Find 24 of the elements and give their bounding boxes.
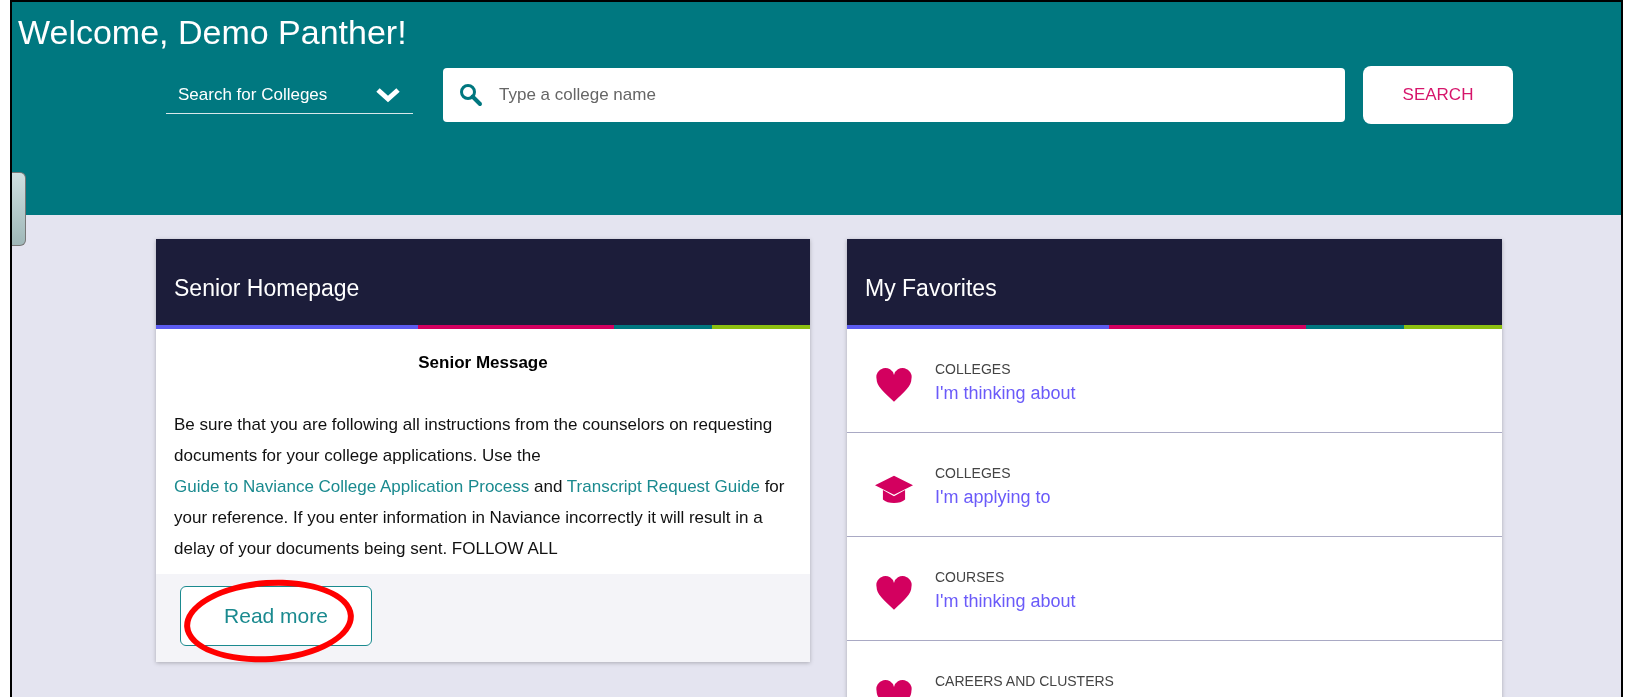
read-more-button[interactable]: Read more xyxy=(180,586,372,646)
message-title: Senior Message xyxy=(417,353,549,373)
favorite-link[interactable]: I'm applying to xyxy=(935,487,1051,508)
card-title: My Favorites xyxy=(847,239,1502,325)
favorite-row[interactable]: COURSES I'm thinking about xyxy=(847,537,1502,641)
side-panel-handle[interactable] xyxy=(12,172,26,246)
chevron-down-icon xyxy=(375,86,401,103)
favorite-row[interactable]: COLLEGES I'm thinking about xyxy=(847,329,1502,433)
card-title: Senior Homepage xyxy=(156,239,810,325)
category-label: COURSES xyxy=(935,569,1006,585)
welcome-title: Welcome, Demo Panther! xyxy=(18,12,408,52)
favorite-row[interactable]: COLLEGES I'm applying to xyxy=(847,433,1502,537)
category-label: COLLEGES xyxy=(935,361,1012,377)
search-button[interactable]: SEARCH xyxy=(1363,66,1513,124)
favorite-row[interactable]: CAREERS AND CLUSTERS xyxy=(847,641,1502,697)
favorite-link[interactable]: I'm thinking about xyxy=(935,383,1076,404)
message-text: Be sure that you are following all instructions from the counselors on requesting documents for your college applications. Use the Guide to Naviance College Application Process and Transcript Request Guide for your reference. If you enter information in Naviance incorrectly it will result in a delay of your documents being sent. FOLLOW ALL xyxy=(173,414,786,560)
search-field[interactable]: Type a college name xyxy=(443,68,1345,122)
search-type-dropdown[interactable]: Search for Colleges xyxy=(166,76,413,114)
category-label: COLLEGES xyxy=(935,465,1012,481)
guide-link[interactable]: Guide to Naviance College Application Process xyxy=(174,477,530,496)
guide-link[interactable]: Transcript Request Guide xyxy=(566,477,760,496)
favorite-link[interactable]: I'm thinking about xyxy=(935,591,1076,612)
category-label: CAREERS AND CLUSTERS xyxy=(935,673,1114,689)
